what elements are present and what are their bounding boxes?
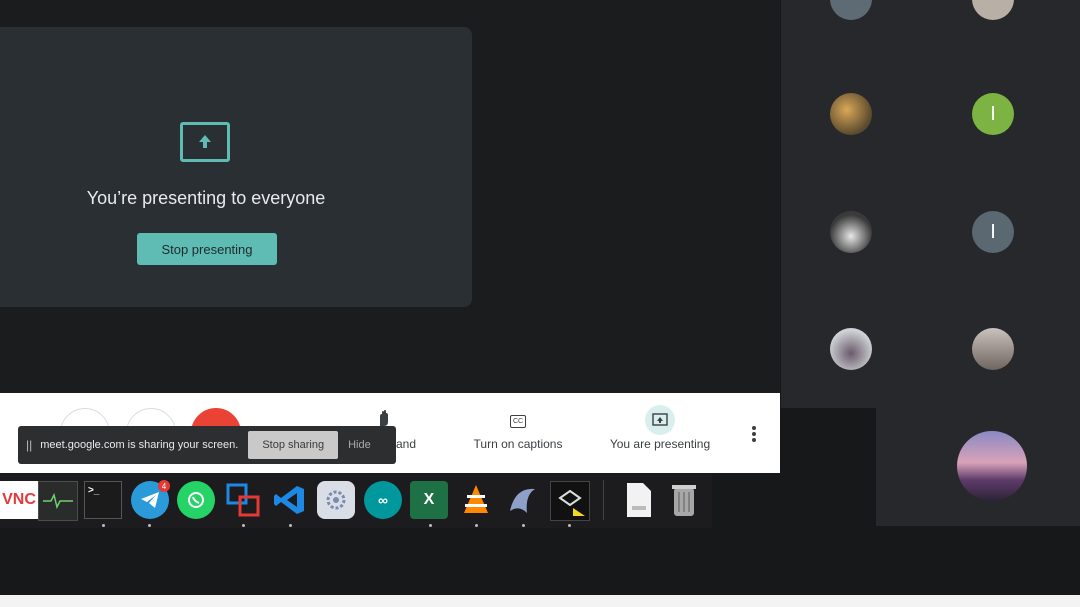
telegram-badge: 4 bbox=[158, 480, 170, 492]
participant-avatar[interactable]: I bbox=[972, 93, 1014, 135]
present-to-all-icon bbox=[180, 122, 230, 162]
you-are-presenting-button[interactable]: You are presenting bbox=[607, 437, 713, 451]
running-indicator bbox=[242, 524, 245, 527]
participant-avatar[interactable] bbox=[972, 328, 1014, 370]
trash-icon[interactable] bbox=[665, 481, 703, 519]
meeting-stage: You’re presenting to everyone Stop prese… bbox=[0, 0, 780, 393]
running-indicator bbox=[568, 524, 571, 527]
running-indicator bbox=[475, 524, 478, 527]
participant-avatar[interactable] bbox=[830, 211, 872, 253]
inkscape-icon[interactable] bbox=[550, 481, 590, 521]
excel-icon[interactable]: X bbox=[410, 481, 448, 519]
participant-avatar[interactable]: I bbox=[972, 211, 1014, 253]
participant-avatar[interactable] bbox=[830, 328, 872, 370]
vnc-viewer-icon[interactable]: VNC bbox=[0, 481, 38, 519]
raise-hand-label[interactable]: and bbox=[396, 437, 416, 451]
virtualbox-icon[interactable] bbox=[224, 481, 262, 519]
vscode-icon[interactable] bbox=[271, 481, 309, 519]
raise-hand-icon[interactable] bbox=[377, 410, 391, 426]
running-indicator bbox=[102, 524, 105, 527]
vlc-icon[interactable] bbox=[457, 481, 495, 519]
bottom-edge bbox=[0, 595, 1080, 607]
captions-icon[interactable]: CC bbox=[510, 415, 526, 428]
dock-separator bbox=[603, 480, 604, 520]
running-indicator bbox=[289, 524, 292, 527]
settings-icon[interactable] bbox=[317, 481, 355, 519]
running-indicator bbox=[148, 524, 151, 527]
participants-panel bbox=[781, 0, 1080, 408]
presenting-card: You’re presenting to everyone Stop prese… bbox=[0, 27, 472, 307]
more-options-icon[interactable] bbox=[751, 425, 757, 443]
presenting-indicator-icon[interactable] bbox=[645, 405, 675, 435]
arduino-icon[interactable]: ∞ bbox=[364, 481, 402, 519]
terminal-icon[interactable]: >_ bbox=[84, 481, 122, 519]
running-indicator bbox=[429, 524, 432, 527]
system-monitor-icon[interactable] bbox=[38, 481, 78, 521]
stop-presenting-button[interactable]: Stop presenting bbox=[137, 233, 277, 265]
drag-handle-icon[interactable]: || bbox=[26, 438, 32, 452]
presenting-title: You’re presenting to everyone bbox=[86, 188, 326, 208]
running-indicator bbox=[522, 524, 525, 527]
participant-avatar[interactable] bbox=[830, 93, 872, 135]
turn-on-captions-button[interactable]: Turn on captions bbox=[468, 437, 568, 451]
screen-sharing-notice: || meet.google.com is sharing your scree… bbox=[18, 426, 396, 464]
hide-button[interactable]: Hide bbox=[348, 439, 371, 451]
participant-avatar[interactable] bbox=[957, 431, 1027, 501]
sharing-message: meet.google.com is sharing your screen. bbox=[40, 439, 239, 451]
whatsapp-icon[interactable] bbox=[177, 481, 215, 519]
document-icon[interactable] bbox=[619, 481, 657, 519]
mysql-workbench-icon[interactable] bbox=[503, 481, 541, 519]
stop-sharing-button[interactable]: Stop sharing bbox=[248, 431, 339, 459]
